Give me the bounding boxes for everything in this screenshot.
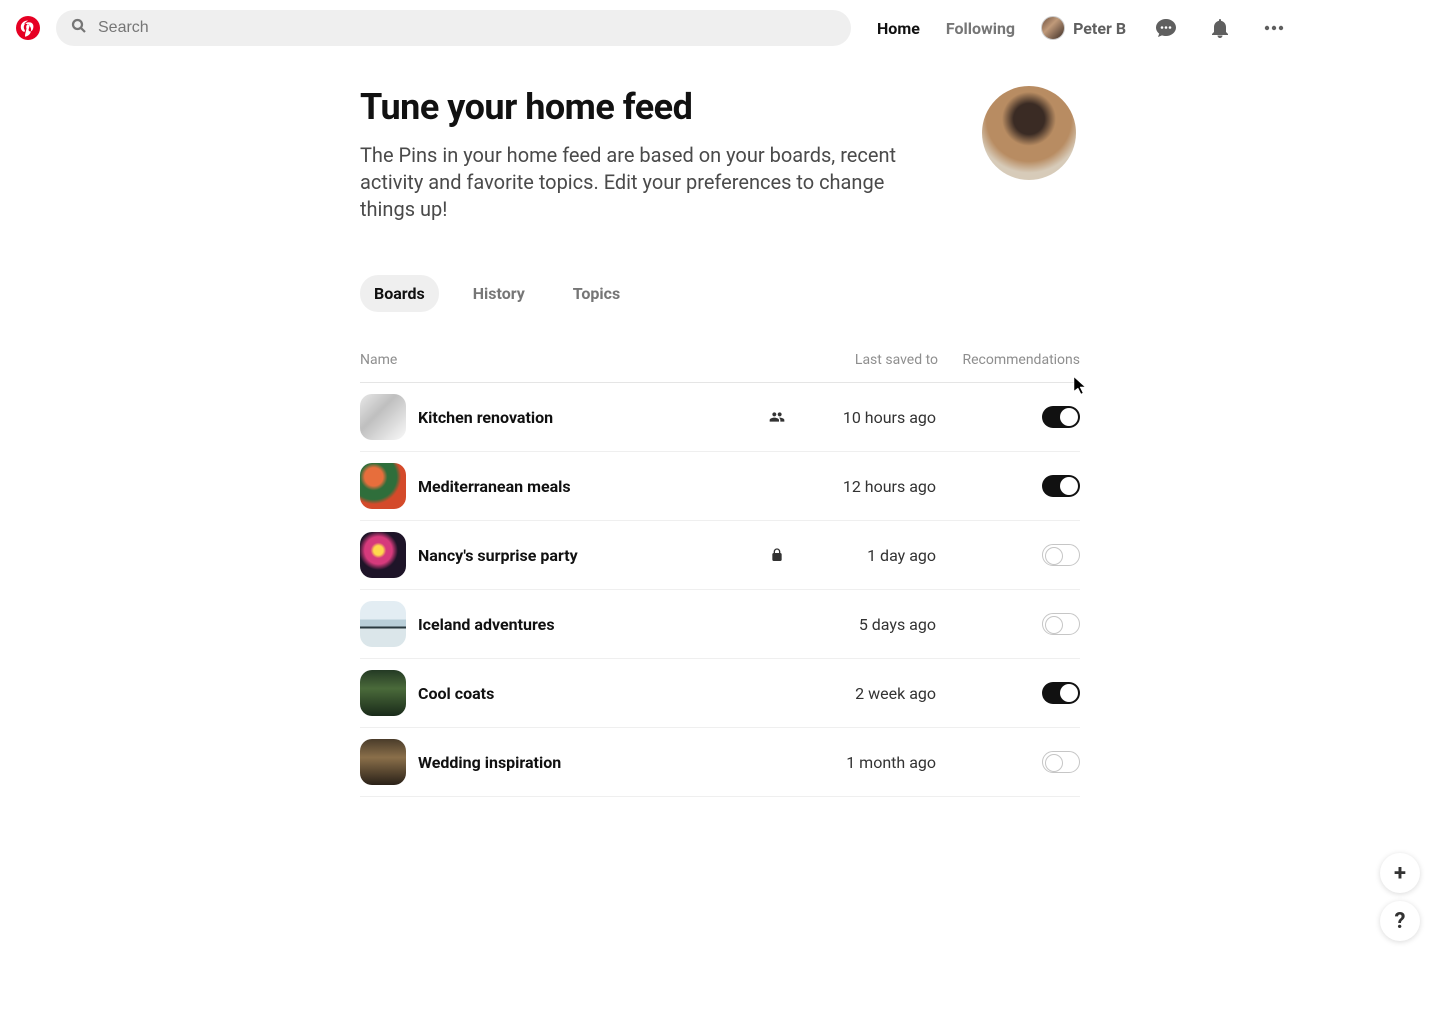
- avatar-small: [1041, 16, 1065, 40]
- profile-name: Peter B: [1073, 19, 1126, 38]
- tab-topics[interactable]: Topics: [559, 275, 634, 312]
- table-row: Kitchen renovation 10 hours ago: [360, 383, 1080, 452]
- recommendations-toggle[interactable]: [1042, 751, 1080, 773]
- board-last-saved: 12 hours ago: [796, 477, 936, 496]
- board-name[interactable]: Mediterranean meals: [418, 477, 758, 496]
- board-name[interactable]: Cool coats: [418, 684, 758, 703]
- column-header-last: Last saved to: [798, 352, 938, 368]
- add-button[interactable]: +: [1380, 853, 1420, 893]
- table-row: Mediterranean meals 12 hours ago: [360, 452, 1080, 521]
- notifications-icon[interactable]: [1206, 14, 1234, 42]
- search-icon: [70, 17, 88, 39]
- board-name[interactable]: Kitchen renovation: [418, 408, 758, 427]
- help-button[interactable]: ?: [1380, 901, 1420, 941]
- board-last-saved: 5 days ago: [796, 615, 936, 634]
- more-icon[interactable]: [1260, 14, 1288, 42]
- lock-icon: [758, 547, 796, 563]
- board-last-saved: 2 week ago: [796, 684, 936, 703]
- page-title: Tune your home feed: [360, 86, 942, 128]
- table-row: Iceland adventures 5 days ago: [360, 590, 1080, 659]
- board-thumbnail[interactable]: [360, 670, 406, 716]
- recommendations-toggle[interactable]: [1042, 406, 1080, 428]
- recommendations-toggle[interactable]: [1042, 544, 1080, 566]
- board-thumbnail[interactable]: [360, 601, 406, 647]
- board-thumbnail[interactable]: [360, 532, 406, 578]
- shared-icon: [758, 409, 796, 425]
- profile-link[interactable]: Peter B: [1041, 16, 1126, 40]
- board-thumbnail[interactable]: [360, 394, 406, 440]
- nav-home[interactable]: Home: [877, 19, 920, 38]
- board-thumbnail[interactable]: [360, 739, 406, 785]
- tab-boards[interactable]: Boards: [360, 275, 439, 312]
- table-row: Cool coats 2 week ago: [360, 659, 1080, 728]
- pinterest-logo[interactable]: [16, 16, 40, 40]
- page-subtitle: The Pins in your home feed are based on …: [360, 142, 920, 223]
- table-row: Wedding inspiration 1 month ago: [360, 728, 1080, 797]
- nav-following[interactable]: Following: [946, 19, 1015, 38]
- recommendations-toggle[interactable]: [1042, 475, 1080, 497]
- column-header-recommendations: Recommendations: [938, 352, 1080, 368]
- board-name[interactable]: Nancy's surprise party: [418, 546, 758, 565]
- search-input[interactable]: [98, 19, 837, 37]
- board-thumbnail[interactable]: [360, 463, 406, 509]
- board-name[interactable]: Wedding inspiration: [418, 753, 758, 772]
- search-bar[interactable]: [56, 10, 851, 46]
- board-name[interactable]: Iceland adventures: [418, 615, 758, 634]
- board-last-saved: 10 hours ago: [796, 408, 936, 427]
- board-last-saved: 1 month ago: [796, 753, 936, 772]
- recommendations-toggle[interactable]: [1042, 613, 1080, 635]
- board-last-saved: 1 day ago: [796, 546, 936, 565]
- column-header-name: Name: [360, 352, 760, 368]
- recommendations-toggle[interactable]: [1042, 682, 1080, 704]
- messages-icon[interactable]: [1152, 14, 1180, 42]
- profile-avatar-large[interactable]: [982, 86, 1076, 180]
- table-row: Nancy's surprise party 1 day ago: [360, 521, 1080, 590]
- tab-history[interactable]: History: [459, 275, 539, 312]
